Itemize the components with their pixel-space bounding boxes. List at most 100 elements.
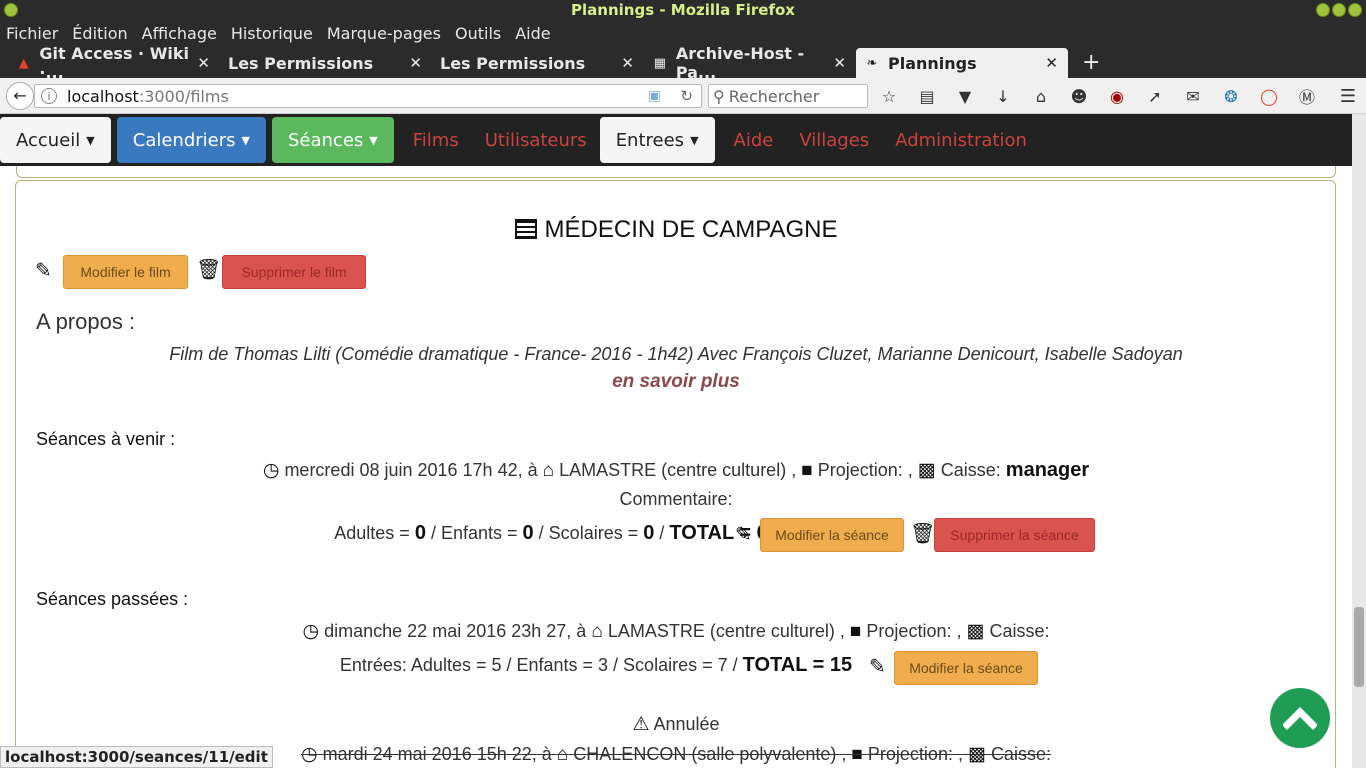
scolaires-label: / Scolaires = (538, 523, 639, 543)
nav-seances-label: Séances (287, 129, 364, 151)
past-total: TOTAL = 15 (742, 654, 853, 676)
nav-films-link[interactable]: Films (413, 130, 459, 151)
reload-icon[interactable]: ↻ (680, 87, 693, 105)
scroll-top-button[interactable] (1270, 688, 1330, 748)
dropper-icon[interactable]: ➚ (1142, 87, 1168, 106)
caret-down-icon: ▼ (690, 133, 699, 147)
reader-view-icon[interactable]: ▣ (648, 88, 661, 104)
bookmarks-list-icon[interactable]: ▤ (914, 87, 940, 106)
pencil-icon[interactable]: ✎ (735, 522, 752, 546)
upcoming-session-info: ◷ mercredi 08 juin 2016 17h 42, à ⌂ LAMA… (0, 459, 1352, 482)
pencil-icon[interactable]: ✎ (869, 654, 886, 678)
trash-icon[interactable]: 🗑 (196, 257, 221, 281)
bookmark-star-icon[interactable]: ☆ (876, 87, 902, 106)
nav-bar: ← i localhost:3000/films ▣ ↻ ⚲ Recherche… (0, 78, 1366, 114)
info-icon[interactable]: i (41, 88, 57, 104)
delete-film-button[interactable]: Supprimer le film (222, 255, 366, 289)
video-camera-icon: ■ (851, 744, 863, 765)
menu-edition[interactable]: Édition (72, 24, 127, 43)
extension-badge-icon[interactable]: ✉ (1180, 87, 1206, 106)
network-icon[interactable]: ❂ (1218, 87, 1244, 106)
menu-affichage[interactable]: Affichage (142, 24, 217, 43)
film-title-text: MÉDECIN DE CAMPAGNE (544, 216, 838, 243)
nav-calendriers-label: Calendriers (132, 129, 236, 151)
home-icon: ⌂ (542, 460, 555, 481)
tab-les-permissions-2[interactable]: Les Permissions ✕ (432, 48, 644, 78)
adultes-label: Adultes = (334, 523, 410, 543)
tab-les-permissions-1[interactable]: Les Permissions ✕ (220, 48, 432, 78)
more-info-link[interactable]: en savoir plus (0, 371, 1352, 393)
edit-session-button[interactable]: Modifier la séance (760, 518, 904, 552)
menu-aide[interactable]: Aide (515, 24, 550, 43)
briefcase-icon: ▩ (917, 460, 936, 481)
briefcase-icon: ▩ (967, 744, 986, 765)
previous-card-edge (16, 166, 1336, 178)
home-icon[interactable]: ⌂ (1028, 87, 1054, 106)
cancelled-status: ⚠ Annulée (0, 713, 1352, 736)
nav-utilisateurs-link[interactable]: Utilisateurs (485, 130, 587, 151)
chevron-up-icon (1283, 707, 1317, 730)
page-scrollbar[interactable] (1352, 114, 1366, 768)
pocket-icon[interactable]: ▼ (952, 87, 978, 106)
edit-past-session-button[interactable]: Modifier la séance (894, 651, 1038, 685)
url-path: :3000/films (138, 86, 229, 106)
close-icon[interactable]: ✕ (409, 54, 422, 72)
maximize-icon[interactable] (1332, 3, 1346, 17)
nav-aide-link[interactable]: Aide (734, 130, 774, 151)
ublock-icon[interactable]: ◉ (1104, 87, 1130, 106)
upcoming-comment: Commentaire: (619, 489, 733, 509)
url-bar[interactable]: i localhost:3000/films ▣ ↻ (34, 84, 702, 108)
tab-plannings[interactable]: ❧ Plannings ✕ (856, 48, 1068, 78)
past-counts: Entrées: Adultes = 5 / Enfants = 3 / Sco… (0, 654, 1352, 677)
edit-film-button[interactable]: Modifier le film (63, 255, 188, 289)
menu-marque-pages[interactable]: Marque-pages (327, 24, 441, 43)
upcoming-date: mercredi 08 juin 2016 17h 42, à (284, 460, 538, 480)
briefcase-icon: ▩ (966, 621, 985, 642)
menu-historique[interactable]: Historique (231, 24, 313, 43)
minimize-icon[interactable] (1316, 3, 1330, 17)
close-icon[interactable]: ✕ (1045, 54, 1058, 72)
nav-seances-dropdown[interactable]: Séances ▼ (271, 117, 394, 163)
hamburger-menu-icon[interactable]: ☰ (1340, 86, 1356, 107)
cancelled-date: mardi 24 mai 2016 15h 22, à (322, 744, 552, 764)
nav-accueil-dropdown[interactable]: Accueil ▼ (0, 117, 111, 163)
upcoming-caisse-label: Caisse: (940, 460, 1001, 480)
close-icon[interactable]: ✕ (197, 54, 210, 72)
cancelled-place: CHALENCON (salle polyvalente) , (573, 744, 847, 764)
back-arrow-icon: ← (13, 86, 27, 105)
menu-outils[interactable]: Outils (455, 24, 501, 43)
color-wheel-icon[interactable]: ◯ (1256, 87, 1282, 106)
window-menu-icon[interactable] (4, 3, 18, 17)
nav-entrees-label: Entrees (615, 129, 685, 151)
menu-fichier[interactable]: Fichier (6, 24, 58, 43)
tab-label: Git Access · Wiki ·... (39, 44, 189, 82)
url-host: localhost (67, 86, 139, 106)
nav-entrees-dropdown[interactable]: Entrees ▼ (599, 117, 715, 163)
chat-icon[interactable]: ☻ (1066, 87, 1092, 106)
delete-session-button[interactable]: Supprimer la séance (934, 518, 1095, 552)
scrollbar-thumb[interactable] (1354, 607, 1364, 687)
past-entries: Entrées: Adultes = 5 / Enfants = 3 / Sco… (339, 655, 738, 675)
nav-villages-link[interactable]: Villages (799, 130, 869, 151)
close-icon[interactable]: ✕ (833, 54, 846, 72)
download-icon[interactable]: ↓ (990, 87, 1016, 106)
search-input[interactable]: ⚲ Rechercher (708, 84, 868, 108)
tab-git-access[interactable]: ▲ Git Access · Wiki ·... ✕ (8, 44, 220, 82)
clock-icon: ◷ (262, 460, 280, 481)
wordpress-icon[interactable]: Ⓜ (1294, 84, 1320, 108)
cancelled-label: Annulée (653, 714, 720, 734)
trash-icon[interactable]: 🗑 (910, 521, 935, 545)
past-projection: Projection: , (866, 621, 962, 641)
pencil-icon[interactable]: ✎ (35, 258, 52, 282)
close-window-icon[interactable] (1348, 3, 1362, 17)
page-content: MÉDECIN DE CAMPAGNE ✎ Modifier le film 🗑… (0, 166, 1352, 768)
back-button[interactable]: ← (6, 81, 34, 110)
plannings-icon: ❧ (866, 55, 878, 71)
tab-archive-host[interactable]: ▦ Archive-Host - Pa... ✕ (644, 44, 856, 82)
nav-administration-link[interactable]: Administration (895, 130, 1027, 151)
new-tab-icon[interactable]: + (1082, 50, 1100, 75)
nav-calendriers-dropdown[interactable]: Calendriers ▼ (116, 117, 266, 163)
home-icon: ⌂ (591, 621, 603, 642)
close-icon[interactable]: ✕ (621, 54, 634, 72)
cancelled-projection: Projection: , (867, 744, 963, 764)
